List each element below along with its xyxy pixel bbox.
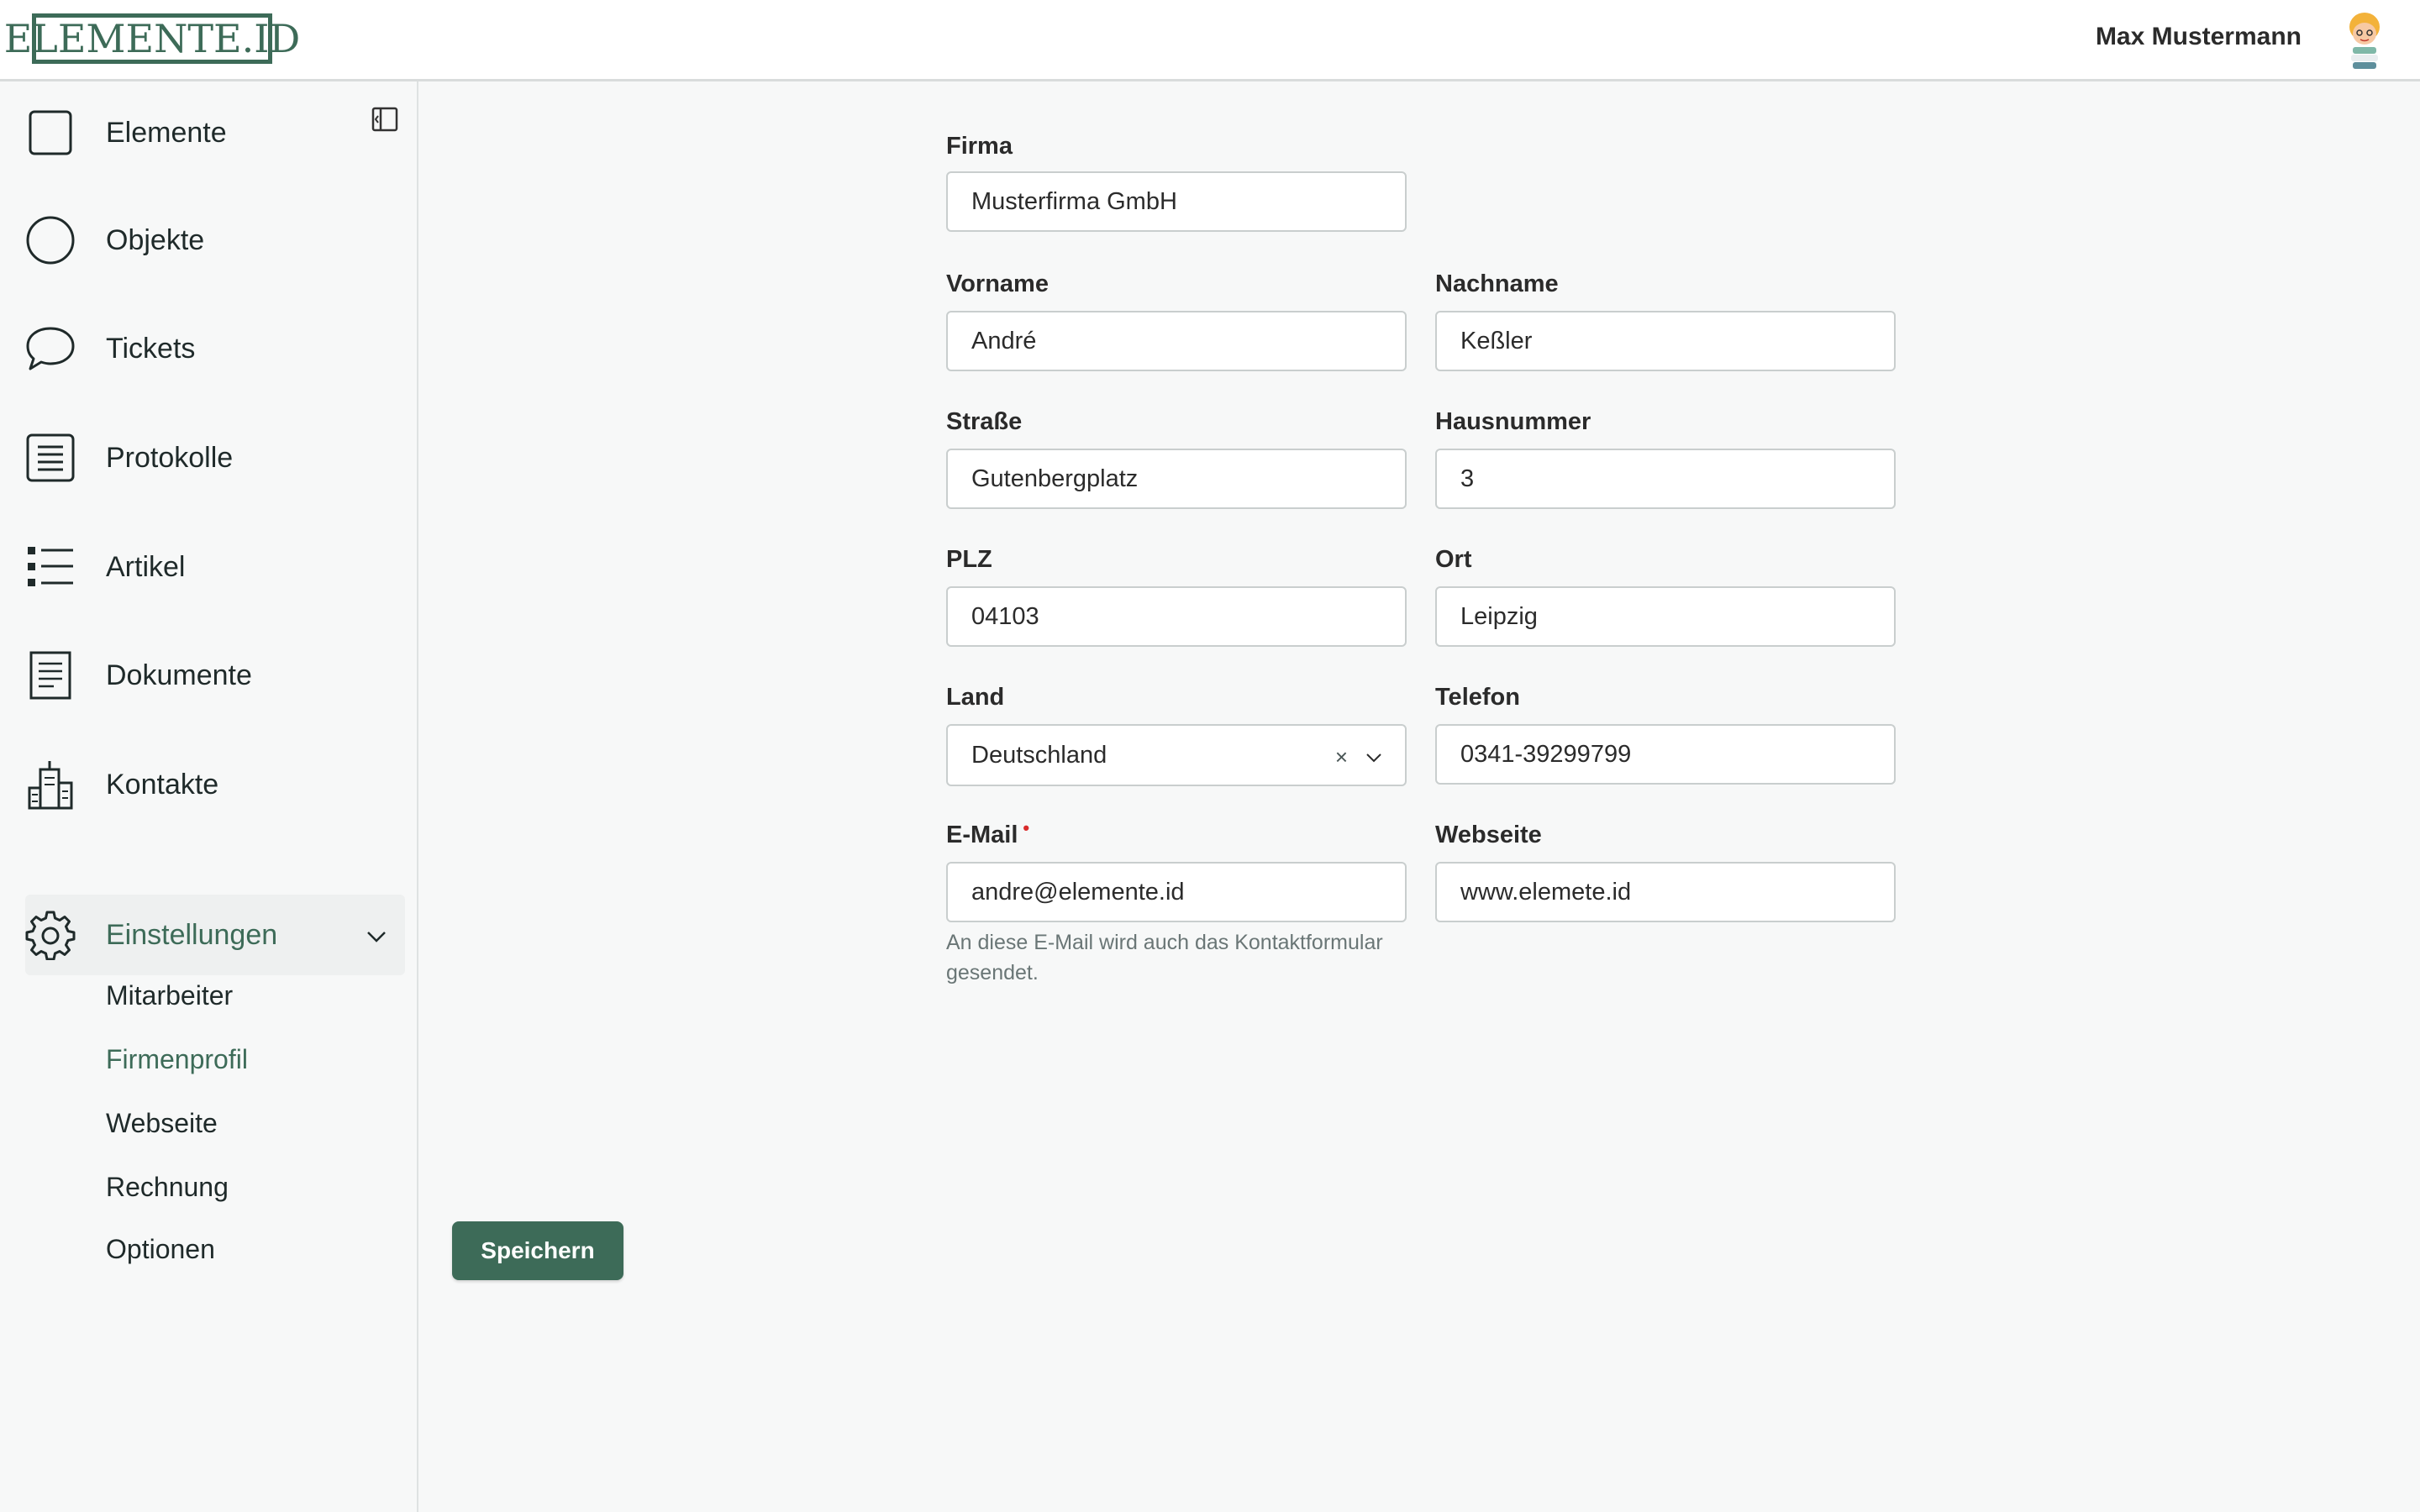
firma-label: Firma	[946, 133, 1013, 160]
sidebar-item-label: Artikel	[106, 550, 186, 583]
sidebar-item-label: Protokolle	[106, 441, 234, 474]
protocol-document-icon	[25, 433, 76, 483]
hausnummer-input[interactable]: 3	[1435, 449, 1896, 509]
nachname-label: Nachname	[1435, 270, 1559, 297]
sidebar-item-artikel[interactable]: Artikel	[25, 527, 405, 607]
clear-icon[interactable]: ×	[1335, 744, 1348, 770]
telefon-label: Telefon	[1435, 684, 1520, 711]
sidebar: Elemente Objekte Tickets Protokolle Arti…	[0, 81, 418, 1512]
land-label: Land	[946, 684, 1005, 711]
telefon-input[interactable]: 0341-39299799	[1435, 724, 1896, 785]
sidebar-subitem-optionen[interactable]: Optionen	[106, 1234, 215, 1265]
sidebar-item-tickets[interactable]: Tickets	[25, 308, 405, 389]
logo[interactable]: ELEMENTE.ID	[4, 13, 300, 64]
land-select[interactable]: Deutschland ×	[946, 724, 1407, 786]
required-marker: •	[1023, 817, 1030, 838]
vorname-label: Vorname	[946, 270, 1049, 297]
chevron-down-icon[interactable]	[365, 925, 388, 948]
strasse-input[interactable]: Gutenbergplatz	[946, 449, 1407, 509]
avatar[interactable]	[2341, 8, 2388, 72]
chevron-down-icon[interactable]	[1365, 746, 1383, 764]
sidebar-subitem-mitarbeiter[interactable]: Mitarbeiter	[106, 980, 233, 1011]
nachname-input[interactable]: Keßler	[1435, 311, 1896, 371]
webseite-input[interactable]: www.elemete.id	[1435, 862, 1896, 922]
document-icon	[25, 650, 76, 701]
top-header: ELEMENTE.ID Max Mustermann	[0, 0, 2420, 81]
chat-bubble-icon	[25, 323, 76, 374]
vorname-input[interactable]: André	[946, 311, 1407, 371]
firma-input[interactable]: Musterfirma GmbH	[946, 171, 1407, 232]
ort-input[interactable]: Leipzig	[1435, 586, 1896, 647]
user-name[interactable]: Max Mustermann	[2096, 23, 2302, 51]
plz-label: PLZ	[946, 546, 992, 573]
plz-input[interactable]: 04103	[946, 586, 1407, 647]
email-label-text: E-Mail	[946, 822, 1018, 848]
sidebar-item-protokolle[interactable]: Protokolle	[25, 417, 405, 498]
sidebar-subitem-webseite[interactable]: Webseite	[106, 1108, 218, 1139]
square-icon	[25, 108, 76, 158]
circle-icon	[25, 215, 76, 265]
sidebar-item-label: Einstellungen	[106, 918, 278, 951]
ort-label: Ort	[1435, 546, 1472, 573]
sidebar-item-label: Tickets	[106, 332, 196, 365]
buildings-icon	[25, 759, 76, 810]
email-hint: An diese E-Mail wird auch das Kontaktfor…	[946, 931, 1383, 984]
sidebar-item-dokumente[interactable]: Dokumente	[25, 635, 405, 716]
sidebar-item-objekte[interactable]: Objekte	[25, 200, 405, 281]
sidebar-item-label: Dokumente	[106, 659, 252, 691]
sidebar-item-einstellungen[interactable]: Einstellungen	[25, 895, 405, 975]
sidebar-item-label: Elemente	[106, 116, 227, 149]
sidebar-subitem-firmenprofil[interactable]: Firmenprofil	[106, 1044, 248, 1075]
email-input[interactable]: andre@elemente.id	[946, 862, 1407, 922]
sidebar-item-kontakte[interactable]: Kontakte	[25, 744, 405, 825]
gear-icon	[25, 910, 76, 960]
sidebar-item-label: Kontakte	[106, 768, 219, 801]
hausnummer-label: Hausnummer	[1435, 408, 1591, 435]
land-selected-value: Deutschland	[971, 741, 1107, 769]
strasse-label: Straße	[946, 408, 1023, 435]
save-button[interactable]: Speichern	[452, 1221, 623, 1280]
email-label: E-Mail •	[946, 817, 1029, 849]
sidebar-item-label: Objekte	[106, 223, 205, 256]
list-icon	[25, 542, 76, 592]
webseite-label: Webseite	[1435, 822, 1542, 848]
sidebar-item-elemente[interactable]: Elemente	[25, 92, 405, 173]
sidebar-subitem-rechnung[interactable]: Rechnung	[106, 1172, 229, 1203]
